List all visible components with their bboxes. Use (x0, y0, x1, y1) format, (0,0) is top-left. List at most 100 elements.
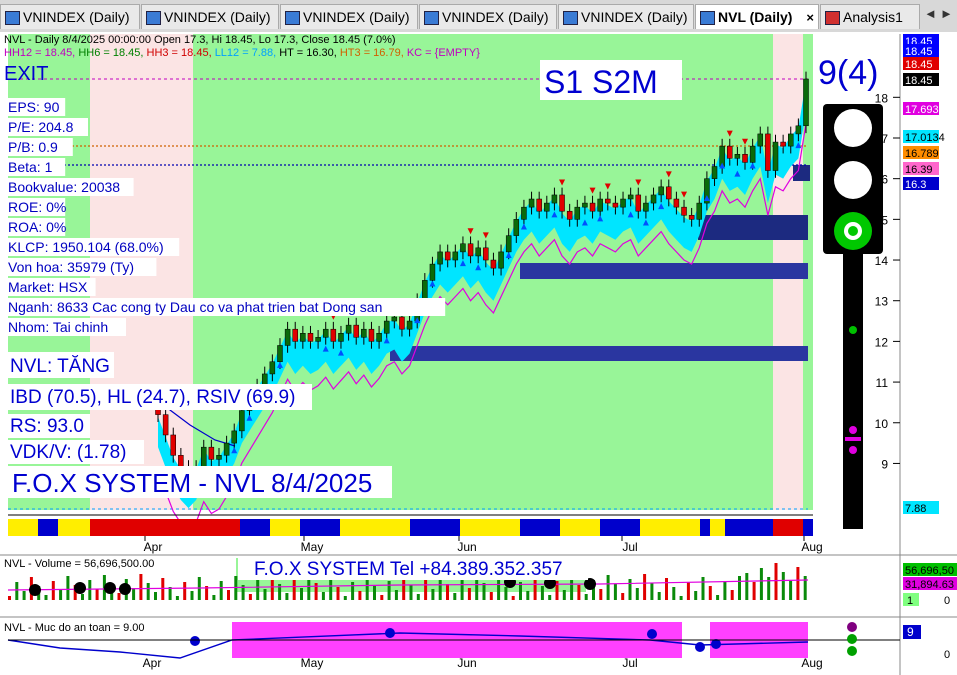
candle-body-36 (429, 263, 436, 281)
volume-bar-105 (774, 563, 778, 600)
candle-body-59 (605, 198, 611, 204)
volume-bar-103 (759, 568, 763, 600)
volume-bar-85 (628, 579, 632, 600)
price-badge-text-6: 16.789 (905, 148, 939, 160)
candle-body-2 (170, 434, 176, 456)
volume-bar-35 (263, 589, 267, 600)
safety-x-jul: Jul (622, 656, 637, 670)
safety-badge: 9 (907, 625, 914, 639)
safety-dot-1 (385, 628, 395, 638)
fundamental-4: Bookvalue: 20038 (8, 179, 120, 195)
volume-bar-68 (504, 587, 508, 600)
volume-bar-15 (117, 593, 121, 600)
candle-body-81 (772, 141, 779, 171)
volume-bar-99 (730, 590, 734, 600)
candle-body-80 (765, 133, 771, 171)
candle-body-28 (368, 328, 375, 342)
volume-bar-76 (562, 590, 566, 600)
volume-bar-78 (577, 585, 581, 600)
volume-bar-73 (540, 586, 544, 600)
volume-bar-96 (708, 586, 712, 600)
volume-bar-50 (373, 586, 376, 600)
safety-zero: 0 (944, 649, 950, 661)
candle-body-69 (681, 206, 687, 216)
candle-body-83 (788, 133, 794, 147)
volume-bar-98 (723, 581, 727, 600)
volume-bar-57 (424, 580, 428, 600)
volume-bar-23 (175, 596, 179, 600)
state-seg-16 (725, 519, 773, 536)
candle-body-17 (284, 328, 291, 346)
x-tick-May: May (301, 540, 324, 554)
candle-body-62 (627, 194, 634, 200)
volume-bar-34 (256, 580, 260, 600)
volume-bar-29 (219, 581, 223, 600)
candle-body-66 (658, 186, 664, 196)
safety-x-may: May (301, 656, 324, 670)
candle-body-22 (322, 328, 329, 338)
volume-bar-67 (497, 578, 501, 600)
state-seg-11 (560, 519, 600, 536)
fundamental-6: ROA: 0% (8, 219, 66, 235)
candle-body-71 (696, 202, 703, 220)
volume-bar-95 (701, 577, 705, 600)
candle-body-32 (399, 316, 405, 330)
volume-bar-45 (336, 587, 340, 600)
header-indicator-6: KC = {EMPTY} (407, 47, 480, 59)
candle-body-46 (505, 235, 512, 253)
safety-dot-3 (695, 642, 705, 652)
price-badge-text-2: 18.45 (905, 59, 933, 71)
price-badge-text-9: 7.88 (905, 503, 926, 515)
candle-body-35 (422, 280, 428, 301)
state-seg-1 (38, 519, 58, 536)
volume-bar-79 (584, 594, 588, 600)
candle-body-53 (559, 194, 565, 212)
y-tick-12: 12 (875, 335, 889, 349)
candle-body-50 (536, 198, 542, 212)
candle-body-26 (353, 324, 359, 338)
x-tick-Apr: Apr (144, 540, 163, 554)
fundamental-11: Nhom: Tai chinh (8, 319, 108, 335)
volume-bar-20 (154, 592, 157, 600)
signal-pole (843, 254, 863, 529)
volume-bar-47 (351, 582, 355, 600)
candle-body-52 (551, 194, 558, 204)
volume-bar-0 (8, 596, 11, 600)
state-seg-8 (410, 519, 460, 536)
volume-bar-72 (533, 577, 537, 600)
volume-bar-92 (679, 596, 683, 600)
volume-bar-108 (796, 567, 800, 600)
volume-bar-1 (15, 582, 19, 600)
candle-body-63 (635, 194, 642, 212)
state-seg-18 (803, 519, 813, 536)
volume-bar-39 (292, 579, 296, 600)
candle-body-6 (200, 446, 207, 468)
candle-body-85 (803, 78, 809, 127)
candle-body-19 (300, 333, 306, 342)
candle-body-64 (643, 202, 649, 212)
candle-body-31 (391, 316, 398, 322)
fundamental-3: Beta: 1 (8, 159, 53, 175)
state-seg-12 (600, 519, 640, 536)
candle-body-55 (574, 206, 581, 220)
candle-body-37 (437, 251, 443, 265)
state-seg-0 (8, 519, 38, 536)
candle-body-58 (597, 198, 603, 212)
volume-bar-81 (599, 589, 603, 600)
volume-bar-46 (343, 596, 347, 600)
volume-bar-12 (95, 589, 99, 600)
volume-bar-2 (22, 591, 26, 600)
volume-bar-5 (44, 595, 48, 600)
signal-count: 9(4) (818, 54, 878, 92)
volume-bar-24 (183, 582, 187, 600)
volume-bar-62 (460, 579, 464, 600)
candle-body-56 (582, 202, 588, 208)
volume-bar-49 (365, 577, 369, 600)
volume-bar-66 (489, 592, 493, 600)
candle-body-10 (231, 430, 237, 444)
price-badge-text-7: 16.39 (905, 164, 933, 176)
system-label: F.O.X SYSTEM - NVL 8/4/2025 (12, 468, 372, 498)
candle-body-68 (673, 198, 680, 208)
header-indicator-1: HH6 = 18.45, (78, 47, 146, 59)
safety-x-apr: Apr (143, 656, 162, 670)
